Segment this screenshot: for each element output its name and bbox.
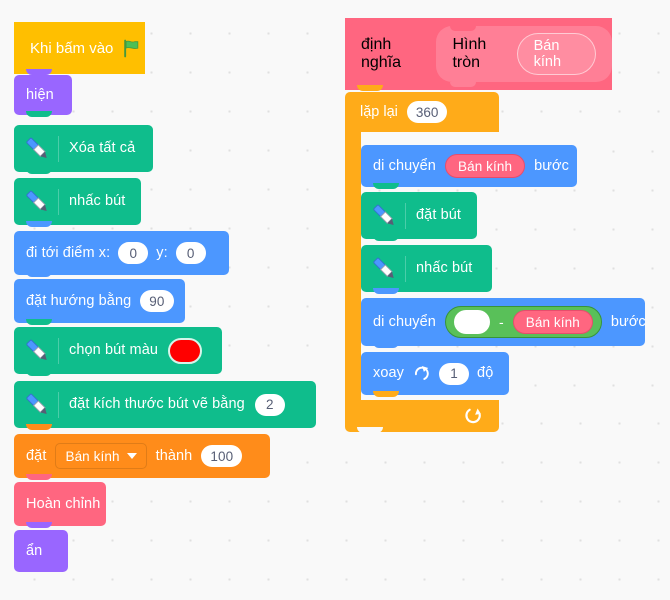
green-flag-icon bbox=[122, 39, 141, 58]
notch-cut bbox=[26, 522, 52, 528]
icon-divider bbox=[58, 188, 59, 215]
block-when-flag-clicked[interactable]: Khi bấm vào bbox=[14, 22, 145, 75]
pen-icon bbox=[20, 388, 54, 422]
notch-cut bbox=[26, 168, 52, 174]
goto-x-label: đi tới điểm x: bbox=[26, 244, 111, 261]
block-set-variable[interactable]: đặt Bán kính thành 100 bbox=[14, 434, 270, 480]
loop-arrow-icon bbox=[463, 406, 483, 426]
pen-icon bbox=[20, 185, 54, 219]
set-variable-mid: thành bbox=[155, 447, 193, 464]
minus-sign: - bbox=[498, 314, 504, 330]
variable-dropdown[interactable]: Bán kính bbox=[55, 443, 147, 469]
turn-right-icon bbox=[412, 364, 431, 383]
block-erase-all[interactable]: Xóa tất cả bbox=[14, 125, 153, 174]
block-goto-xy[interactable]: đi tới điểm x: 0 y: 0 bbox=[14, 231, 229, 277]
variable-reporter-ban-kinh[interactable]: Bán kính bbox=[512, 310, 593, 334]
notch-cut bbox=[373, 342, 399, 348]
call-custom-label: Hoàn chỉnh bbox=[26, 495, 101, 512]
procedure-param-label[interactable]: Bán kính bbox=[516, 33, 596, 75]
block-define-hat[interactable]: định nghĩa Hình tròn Bán kính bbox=[345, 18, 612, 91]
notch-cut bbox=[373, 391, 399, 397]
pen-icon bbox=[20, 132, 54, 166]
block-hide[interactable]: ẩn bbox=[14, 530, 68, 572]
turn-prefix-label: xoay bbox=[373, 365, 405, 382]
block-pen-up-2[interactable]: nhấc bút bbox=[361, 245, 492, 294]
set-variable-value[interactable]: 100 bbox=[201, 445, 243, 467]
move-sub-suffix-label: bước bbox=[610, 313, 646, 330]
notch-cut bbox=[26, 111, 52, 117]
hide-label: ẩn bbox=[26, 542, 43, 559]
variable-dropdown-label: Bán kính bbox=[65, 448, 120, 464]
pen-down-label: đặt bút bbox=[416, 207, 462, 224]
icon-divider bbox=[405, 255, 406, 282]
notch-cut bbox=[26, 221, 52, 227]
block-move-subtraction[interactable]: di chuyển - Bán kính bước bbox=[361, 298, 646, 348]
notch-cut bbox=[26, 319, 52, 325]
block-move-radius[interactable]: di chuyển Bán kính bước bbox=[361, 145, 577, 189]
block-turn-right[interactable]: xoay 1 độ bbox=[361, 352, 509, 397]
when-flag-label: Khi bấm vào bbox=[30, 39, 114, 57]
goto-y-label: y: bbox=[156, 244, 168, 261]
notch-cut bbox=[373, 288, 399, 294]
repeat-header: lặp lại 360 bbox=[345, 92, 448, 132]
notch-cut bbox=[26, 271, 52, 277]
notch-cut bbox=[373, 183, 399, 189]
pen-icon bbox=[20, 334, 54, 368]
procedure-name-label: Hình tròn bbox=[452, 36, 487, 71]
procedure-prototype[interactable]: Hình tròn Bán kính bbox=[436, 26, 612, 87]
notch-cut bbox=[26, 370, 52, 376]
repeat-footer bbox=[345, 400, 499, 432]
pen-color-swatch[interactable] bbox=[168, 337, 203, 364]
erase-all-label: Xóa tất cả bbox=[69, 140, 136, 157]
block-point-in-direction[interactable]: đặt hướng bằng 90 bbox=[14, 279, 185, 325]
pen-icon bbox=[367, 199, 401, 233]
pen-size-input[interactable]: 2 bbox=[254, 393, 285, 416]
block-workspace[interactable]: Khi bấm vào hiện Xóa tất cả nhấc bút đi … bbox=[0, 0, 670, 600]
move-suffix-label: bước bbox=[534, 157, 570, 174]
direction-input[interactable]: 90 bbox=[140, 290, 174, 312]
goto-x-input[interactable]: 0 bbox=[118, 242, 149, 264]
chevron-down-icon bbox=[126, 453, 137, 459]
operator-subtract[interactable]: - Bán kính bbox=[444, 306, 602, 338]
repeat-count-input[interactable]: 360 bbox=[406, 101, 448, 123]
move-prefix-label: di chuyển bbox=[373, 157, 436, 174]
move-sub-prefix-label: di chuyển bbox=[373, 313, 436, 330]
define-label: định nghĩa bbox=[361, 36, 402, 71]
block-set-pen-color[interactable]: chọn bút màu bbox=[14, 327, 222, 376]
show-label: hiện bbox=[26, 86, 54, 103]
icon-divider bbox=[58, 337, 59, 364]
block-call-hoan-chinh[interactable]: Hoàn chỉnh bbox=[14, 482, 106, 528]
notch-cut bbox=[373, 235, 399, 241]
icon-divider bbox=[58, 135, 59, 162]
pen-up-2-label: nhấc bút bbox=[416, 260, 473, 277]
operand-left-input[interactable] bbox=[453, 310, 490, 334]
block-pen-down[interactable]: đặt bút bbox=[361, 192, 477, 241]
set-pen-color-label: chọn bút màu bbox=[69, 342, 159, 359]
notch-cut bbox=[26, 424, 52, 430]
block-set-pen-size[interactable]: đặt kích thước bút vẽ bằng 2 bbox=[14, 381, 316, 430]
set-pen-size-label: đặt kích thước bút vẽ bằng bbox=[69, 396, 245, 413]
point-direction-label: đặt hướng bằng bbox=[26, 292, 132, 309]
pen-up-label: nhấc bút bbox=[69, 193, 126, 210]
turn-degrees-input[interactable]: 1 bbox=[439, 362, 470, 385]
repeat-label: lặp lại bbox=[360, 104, 398, 120]
block-pen-up-1[interactable]: nhấc bút bbox=[14, 178, 141, 227]
pen-icon bbox=[367, 252, 401, 286]
set-variable-prefix: đặt bbox=[26, 447, 47, 464]
block-show[interactable]: hiện bbox=[14, 75, 72, 117]
turn-suffix-label: độ bbox=[477, 365, 494, 382]
icon-divider bbox=[405, 202, 406, 229]
icon-divider bbox=[58, 391, 59, 418]
goto-y-input[interactable]: 0 bbox=[175, 242, 206, 264]
notch-cut bbox=[26, 474, 52, 480]
variable-reporter-ban-kinh[interactable]: Bán kính bbox=[444, 154, 526, 178]
